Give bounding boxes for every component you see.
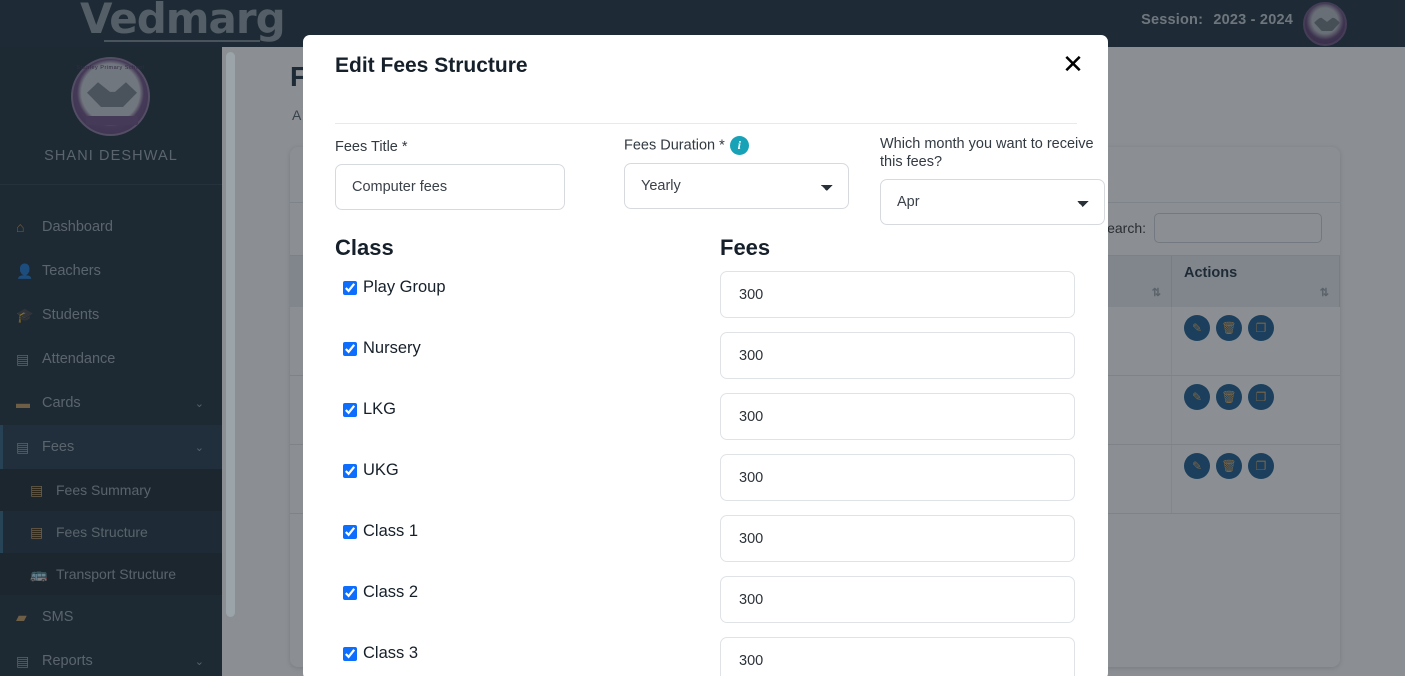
class-fees-section: Class Fees Play Group Nursery	[335, 235, 1080, 676]
class-checkbox-cell: LKG	[335, 391, 720, 419]
class-checkbox-cell: Class 2	[335, 574, 720, 602]
fees-duration-label-text: Fees Duration *	[624, 137, 725, 154]
receive-month-label: Which month you want to receive this fee…	[880, 136, 1094, 171]
class-label: Class 2	[363, 583, 419, 601]
fee-input-play-group[interactable]	[720, 271, 1075, 318]
fee-input-nursery[interactable]	[720, 332, 1075, 379]
fees-duration-label: Fees Duration * i	[624, 136, 849, 155]
fee-cell	[720, 391, 1080, 440]
app-root: F A Search: on Dat ⇅ Actions ⇅	[0, 0, 1405, 676]
fee-cell	[720, 452, 1080, 501]
fee-input-class-2[interactable]	[720, 576, 1075, 623]
fee-input-ukg[interactable]	[720, 454, 1075, 501]
class-fee-row: LKG	[335, 391, 1080, 452]
fee-cell	[720, 574, 1080, 623]
class-checkbox-ukg[interactable]	[343, 463, 357, 478]
edit-fees-structure-modal: Edit Fees Structure ✕ Fees Title * Fees …	[303, 35, 1108, 676]
modal-form-row: Fees Title * Fees Duration *i Yearly Whi…	[335, 136, 1105, 233]
class-checkbox-class-2[interactable]	[343, 585, 357, 600]
class-checkbox-cell: Class 3	[335, 635, 720, 663]
fees-column-header: Fees	[720, 235, 771, 260]
class-checkbox-cell: Class 1	[335, 513, 720, 541]
class-checkbox-cell: UKG	[335, 452, 720, 480]
class-fees-headers: Class Fees	[335, 235, 1080, 261]
fees-title-label: Fees Title *	[335, 139, 408, 155]
class-fee-row: Nursery	[335, 330, 1080, 391]
class-checkbox-class-3[interactable]	[343, 646, 357, 661]
info-icon[interactable]: i	[729, 136, 749, 155]
fee-cell	[720, 513, 1080, 562]
class-fee-row: Class 2	[335, 574, 1080, 635]
class-label: UKG	[363, 461, 399, 479]
fees-title-input[interactable]	[335, 164, 565, 211]
class-label: Class 3	[363, 644, 419, 662]
class-fee-rows: Play Group Nursery	[335, 269, 1080, 676]
fees-duration-select[interactable]: Yearly	[624, 163, 849, 209]
class-label: LKG	[363, 400, 397, 418]
class-checkbox-cell: Nursery	[335, 330, 720, 358]
fee-input-lkg[interactable]	[720, 393, 1075, 440]
class-fee-row: Play Group	[335, 269, 1080, 330]
class-checkbox-cell: Play Group	[335, 269, 720, 297]
page-scrollbar[interactable]	[226, 52, 235, 617]
modal-title: Edit Fees Structure	[335, 54, 528, 77]
fee-input-class-1[interactable]	[720, 515, 1075, 562]
fee-cell	[720, 635, 1080, 676]
class-checkbox-lkg[interactable]	[343, 402, 357, 417]
class-fee-row: Class 3	[335, 635, 1080, 676]
fee-input-class-3[interactable]	[720, 637, 1075, 676]
fee-cell	[720, 269, 1080, 318]
receive-month-select[interactable]: Apr	[880, 179, 1105, 226]
class-fee-row: UKG	[335, 452, 1080, 513]
class-checkbox-class-1[interactable]	[343, 524, 357, 539]
class-column-header: Class	[335, 235, 394, 260]
class-checkbox-play-group[interactable]	[343, 280, 357, 295]
close-icon[interactable]: ✕	[1058, 50, 1088, 80]
class-label: Class 1	[363, 522, 419, 540]
class-label: Nursery	[363, 339, 421, 357]
class-fee-row: Class 1	[335, 513, 1080, 574]
modal-divider	[335, 123, 1077, 124]
class-label: Play Group	[363, 278, 446, 296]
fee-cell	[720, 330, 1080, 379]
class-checkbox-nursery[interactable]	[343, 341, 357, 356]
